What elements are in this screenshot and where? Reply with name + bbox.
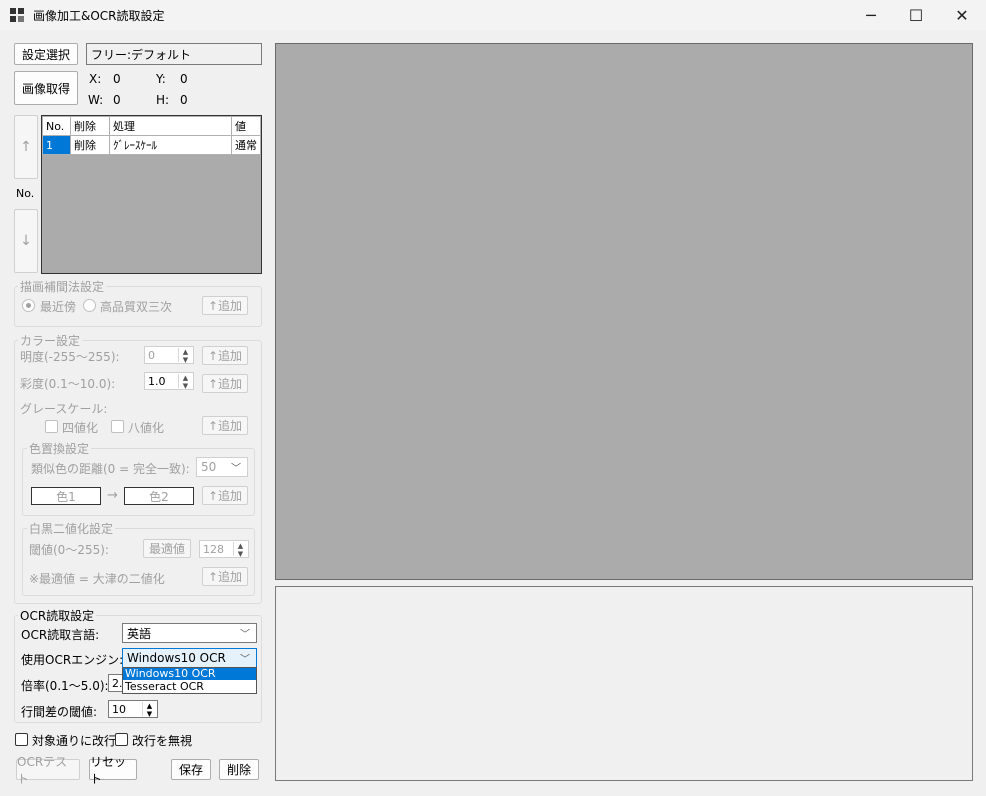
row-delete-button[interactable]: 削除 — [70, 135, 110, 155]
order-no-label: No. — [16, 187, 35, 200]
saturation-label: 彩度(0.1～10.0): — [20, 377, 116, 391]
threshold-label: 閾値(0～255): — [29, 543, 109, 557]
ocr-engine-select[interactable]: Windows10 OCR ﹀ — [122, 648, 257, 668]
capture-image-button[interactable]: 画像取得 — [14, 71, 78, 105]
table-header-process: 処理 — [109, 116, 232, 136]
color1-field[interactable]: 色1 — [31, 487, 101, 505]
maximize-button[interactable]: ☐ — [893, 0, 939, 31]
optimal-button[interactable]: 最適値 — [143, 539, 191, 558]
x-value: 0 — [113, 72, 121, 86]
interp-add-button[interactable]: ↑追加 — [202, 296, 248, 315]
ignore-break-label: 改行を無視 — [132, 734, 193, 748]
reset-button[interactable]: リセット — [89, 755, 137, 786]
app-icon — [10, 8, 24, 22]
minimize-button[interactable]: ─ — [848, 0, 894, 31]
break-by-target-checkbox[interactable] — [15, 733, 28, 746]
close-button[interactable]: ✕ — [939, 0, 985, 31]
settings-select-button[interactable]: 設定選択 — [14, 43, 78, 65]
grayscale-add-button[interactable]: ↑追加 — [202, 416, 248, 435]
radio-nearest[interactable] — [22, 299, 35, 312]
radio-bicubic[interactable] — [83, 299, 96, 312]
settings-name-field: フリー:デフォルト — [86, 43, 262, 65]
radio-nearest-label: 最近傍 — [40, 300, 77, 314]
ignore-break-checkbox[interactable] — [115, 733, 128, 746]
grayscale-label: グレースケール: — [20, 402, 108, 416]
radio-bicubic-label: 高品質双三次 — [100, 300, 173, 314]
h-label: H: — [156, 93, 170, 107]
engine-option-windows[interactable]: Windows10 OCR — [123, 668, 256, 680]
window-title: 画像加工&OCR読取設定 — [33, 9, 165, 23]
scale-label: 倍率(0.1～5.0): — [21, 679, 109, 693]
line-threshold-label: 行間差の閾値: — [21, 705, 98, 719]
brightness-label: 明度(-255～255): — [20, 350, 120, 364]
table-header-delete: 削除 — [70, 116, 110, 136]
y-label: Y: — [156, 72, 166, 86]
w-label: W: — [88, 93, 104, 107]
move-down-button[interactable]: ↓ — [14, 209, 38, 273]
distance-label: 類似色の距離(0 = 完全一致): — [31, 462, 190, 476]
brightness-add-button[interactable]: ↑追加 — [202, 346, 248, 365]
distance-select[interactable]: 50 ﹀ — [196, 457, 248, 477]
threshold-stepper[interactable]: 128 ▲ ▼ — [199, 540, 249, 558]
binarization-add-button[interactable]: ↑追加 — [202, 567, 248, 586]
row-value-cell[interactable]: 通常 — [231, 135, 261, 155]
ocr-engine-dropdown: Windows10 OCR Tesseract OCR — [122, 667, 257, 694]
h-value: 0 — [180, 93, 188, 107]
table-row[interactable]: 1 削除 ｸﾞﾚｰｽｹｰﾙ 通常 — [42, 135, 261, 155]
save-button[interactable]: 保存 — [171, 759, 211, 780]
brightness-stepper[interactable]: 0 ▲ ▼ — [144, 346, 194, 364]
saturation-stepper[interactable]: 1.0 ▲ ▼ — [144, 372, 194, 390]
quad-checkbox[interactable] — [45, 420, 58, 433]
engine-option-tesseract[interactable]: Tesseract OCR — [123, 680, 256, 693]
x-label: X: — [89, 72, 102, 86]
ocr-language-label: OCR読取言語: — [21, 628, 100, 642]
image-preview[interactable] — [275, 43, 973, 580]
color2-field[interactable]: 色2 — [124, 487, 194, 505]
ocr-language-select[interactable]: 英語 ﹀ — [122, 623, 257, 643]
w-value: 0 — [113, 93, 121, 107]
oct-checkbox[interactable] — [111, 420, 124, 433]
oct-label: 八値化 — [128, 421, 165, 435]
ocr-result-textbox[interactable] — [275, 586, 973, 781]
ocr-group-title: OCR読取設定 — [18, 607, 97, 624]
ocr-engine-label: 使用OCRエンジン: — [21, 653, 124, 667]
color-group-title: カラー設定 — [18, 332, 83, 349]
interpolation-group-title: 描画補間法設定 — [18, 278, 107, 295]
row-no-cell[interactable]: 1 — [42, 135, 71, 155]
row-process-cell[interactable]: ｸﾞﾚｰｽｹｰﾙ — [109, 135, 232, 155]
replace-add-button[interactable]: ↑追加 — [202, 486, 248, 505]
otsu-note: ※最適値 = 大津の二値化 — [29, 572, 165, 586]
binarization-group-title: 白黒二値化設定 — [27, 520, 116, 537]
delete-button[interactable]: 削除 — [219, 759, 259, 780]
table-header-no: No. — [42, 116, 71, 136]
y-value: 0 — [180, 72, 188, 86]
replace-group-title: 色置換設定 — [27, 440, 92, 457]
line-threshold-stepper[interactable]: 10 ▲ ▼ — [108, 700, 158, 718]
break-by-target-label: 対象通りに改行 — [32, 734, 117, 748]
quad-label: 四値化 — [62, 421, 99, 435]
table-header-value: 値 — [231, 116, 261, 136]
ocr-test-button[interactable]: OCRテスト — [16, 755, 80, 786]
move-up-button[interactable]: ↑ — [14, 115, 38, 179]
saturation-add-button[interactable]: ↑追加 — [202, 374, 248, 393]
replace-arrow: → — [107, 488, 118, 503]
process-table: No. 削除 処理 値 1 削除 ｸﾞﾚｰｽｹｰﾙ 通常 — [41, 115, 262, 274]
